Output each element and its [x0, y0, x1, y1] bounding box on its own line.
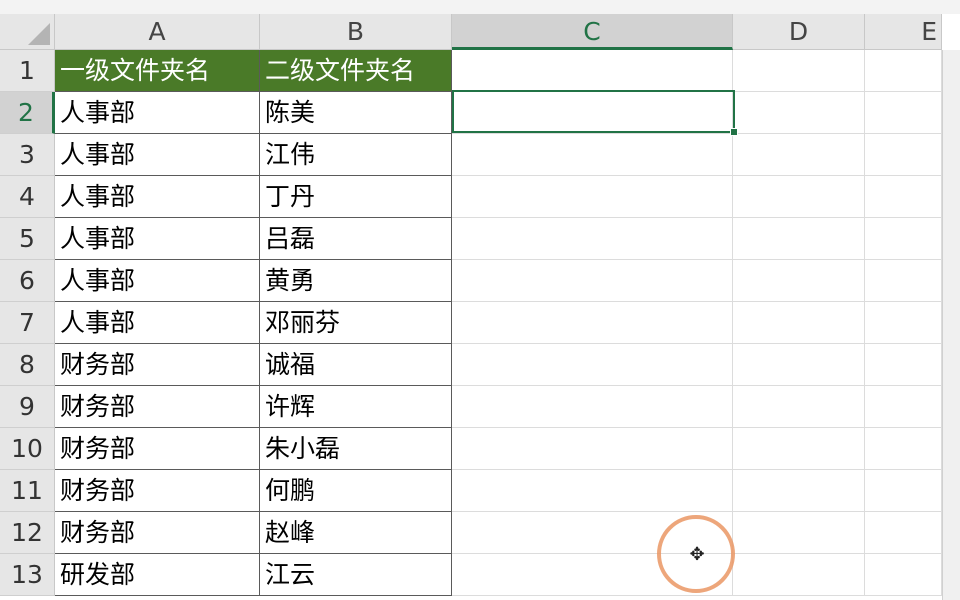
- cell-c4[interactable]: [452, 176, 733, 218]
- spreadsheet-grid: A B C D E 1 一级文件夹名 二级文件夹名 2 人事部 陈美 3 人事部 江伟 4 人事部丁…: [0, 0, 960, 600]
- cell-d4[interactable]: [733, 176, 865, 218]
- cell-a11[interactable]: 财务部: [55, 470, 260, 512]
- row-header-2[interactable]: 2: [0, 92, 55, 134]
- cell-a1[interactable]: 一级文件夹名: [55, 50, 260, 92]
- cell-d5[interactable]: [733, 218, 865, 260]
- cell-e6[interactable]: [865, 260, 942, 302]
- select-all-triangle-icon: [28, 23, 50, 45]
- cell-a10[interactable]: 财务部: [55, 428, 260, 470]
- cell-d12[interactable]: [733, 512, 865, 554]
- cell-c1[interactable]: [452, 50, 733, 92]
- cell-a12[interactable]: 财务部: [55, 512, 260, 554]
- cell-a13[interactable]: 研发部: [55, 554, 260, 596]
- row-header-4[interactable]: 4: [0, 176, 55, 218]
- cell-d3[interactable]: [733, 134, 865, 176]
- cell-d6[interactable]: [733, 260, 865, 302]
- cell-d2[interactable]: [733, 92, 865, 134]
- cell-a9[interactable]: 财务部: [55, 386, 260, 428]
- row-header-8[interactable]: 8: [0, 344, 55, 386]
- column-header-d[interactable]: D: [733, 14, 865, 50]
- cell-e13[interactable]: [865, 554, 942, 596]
- row-header-12[interactable]: 12: [0, 512, 55, 554]
- cell-a5[interactable]: 人事部: [55, 218, 260, 260]
- row-header-1[interactable]: 1: [0, 50, 55, 92]
- row-header-3[interactable]: 3: [0, 134, 55, 176]
- cell-b2[interactable]: 陈美: [260, 92, 452, 134]
- column-header-a[interactable]: A: [55, 14, 260, 50]
- cell-b8[interactable]: 诚福: [260, 344, 452, 386]
- cell-a6[interactable]: 人事部: [55, 260, 260, 302]
- cell-e5[interactable]: [865, 218, 942, 260]
- cell-e9[interactable]: [865, 386, 942, 428]
- cell-e10[interactable]: [865, 428, 942, 470]
- cell-e7[interactable]: [865, 302, 942, 344]
- cell-b6[interactable]: 黄勇: [260, 260, 452, 302]
- column-header-e[interactable]: E: [865, 14, 942, 50]
- row-header-13[interactable]: 13: [0, 554, 55, 596]
- cell-b1[interactable]: 二级文件夹名: [260, 50, 452, 92]
- cell-b9[interactable]: 许辉: [260, 386, 452, 428]
- cell-d10[interactable]: [733, 428, 865, 470]
- plus-cursor-icon: ✥: [689, 544, 705, 565]
- cell-c5[interactable]: [452, 218, 733, 260]
- column-header-c[interactable]: C: [452, 14, 733, 50]
- cell-e12[interactable]: [865, 512, 942, 554]
- cell-c3[interactable]: [452, 134, 733, 176]
- cell-d1[interactable]: [733, 50, 865, 92]
- cell-d13[interactable]: [733, 554, 865, 596]
- cell-b13[interactable]: 江云: [260, 554, 452, 596]
- cell-c10[interactable]: [452, 428, 733, 470]
- cell-a8[interactable]: 财务部: [55, 344, 260, 386]
- row-header-9[interactable]: 9: [0, 386, 55, 428]
- cell-c6[interactable]: [452, 260, 733, 302]
- cell-a4[interactable]: 人事部: [55, 176, 260, 218]
- cell-e8[interactable]: [865, 344, 942, 386]
- cell-d8[interactable]: [733, 344, 865, 386]
- row-header-11[interactable]: 11: [0, 470, 55, 512]
- cell-b11[interactable]: 何鹏: [260, 470, 452, 512]
- cell-b3[interactable]: 江伟: [260, 134, 452, 176]
- cell-b7[interactable]: 邓丽芬: [260, 302, 452, 344]
- cell-a3[interactable]: 人事部: [55, 134, 260, 176]
- row-header-6[interactable]: 6: [0, 260, 55, 302]
- cell-c7[interactable]: [452, 302, 733, 344]
- cell-d7[interactable]: [733, 302, 865, 344]
- cell-c11[interactable]: [452, 470, 733, 512]
- cell-b12[interactable]: 赵峰: [260, 512, 452, 554]
- cell-a7[interactable]: 人事部: [55, 302, 260, 344]
- cell-b5[interactable]: 吕磊: [260, 218, 452, 260]
- cell-b4[interactable]: 丁丹: [260, 176, 452, 218]
- cell-d9[interactable]: [733, 386, 865, 428]
- column-header-b[interactable]: B: [260, 14, 452, 50]
- row-header-5[interactable]: 5: [0, 218, 55, 260]
- fill-handle[interactable]: [730, 128, 738, 136]
- cell-b10[interactable]: 朱小磊: [260, 428, 452, 470]
- row-header-10[interactable]: 10: [0, 428, 55, 470]
- cell-c2[interactable]: [452, 92, 733, 134]
- select-all-corner[interactable]: [0, 14, 55, 50]
- row-header-7[interactable]: 7: [0, 302, 55, 344]
- top-strip: [0, 0, 960, 14]
- cell-d11[interactable]: [733, 470, 865, 512]
- cell-e3[interactable]: [865, 134, 942, 176]
- cell-e2[interactable]: [865, 92, 942, 134]
- cell-a2[interactable]: 人事部: [55, 92, 260, 134]
- cell-e4[interactable]: [865, 176, 942, 218]
- vertical-scrollbar[interactable]: [942, 50, 960, 600]
- cell-e11[interactable]: [865, 470, 942, 512]
- cell-c8[interactable]: [452, 344, 733, 386]
- cell-e1[interactable]: [865, 50, 942, 92]
- cell-c9[interactable]: [452, 386, 733, 428]
